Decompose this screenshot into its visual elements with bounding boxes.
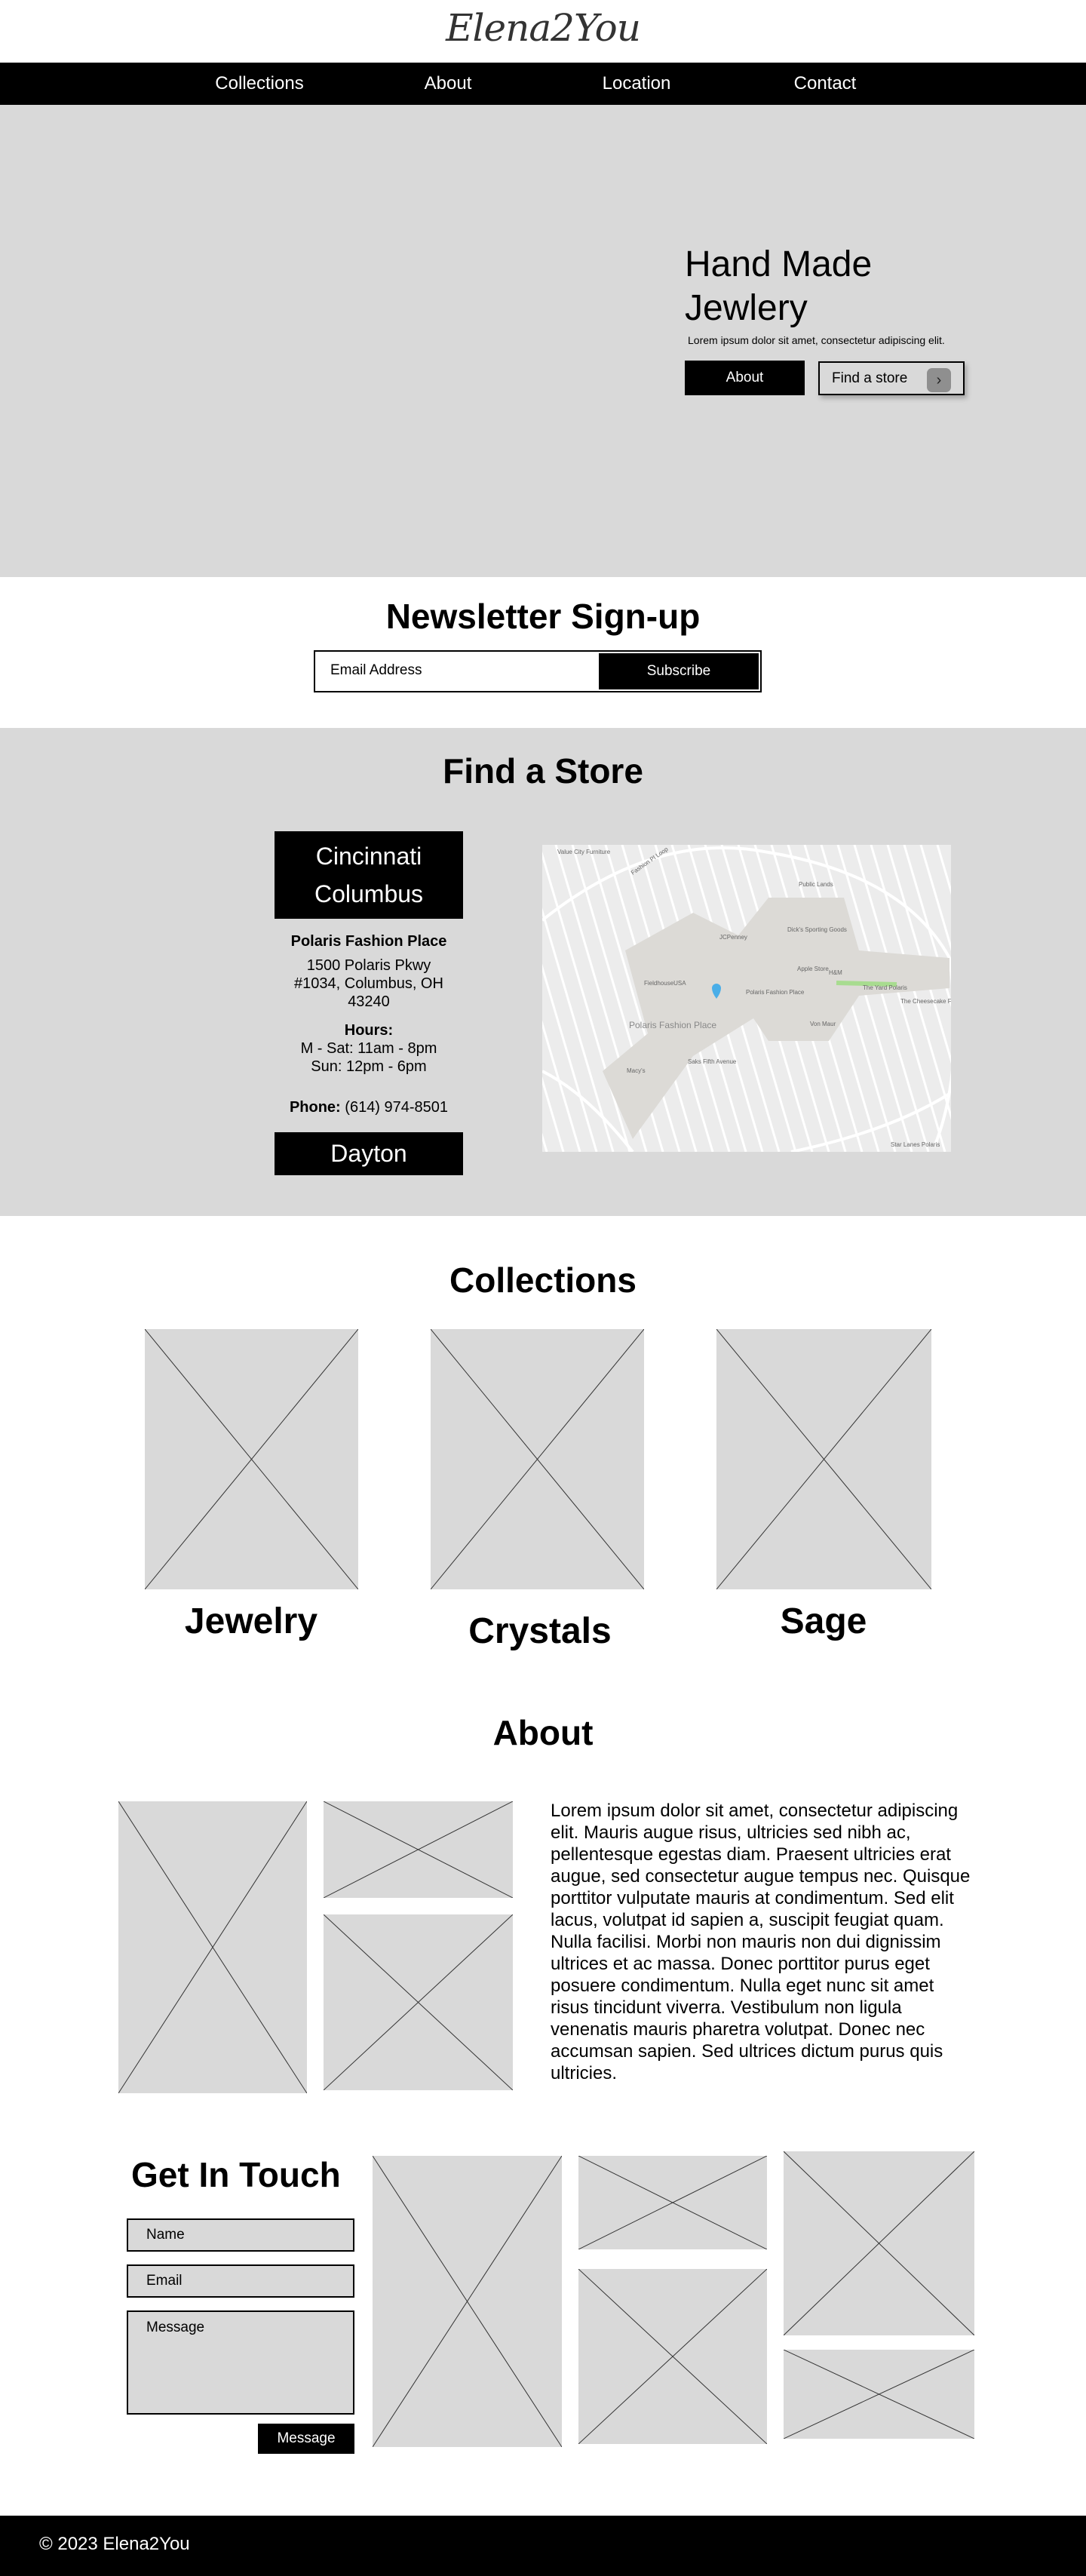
map-label: Public Lands xyxy=(799,881,833,888)
image-placeholder-icon xyxy=(145,1329,358,1589)
name-field[interactable] xyxy=(127,2218,354,2252)
contact-image xyxy=(784,2350,974,2439)
collection-label-jewelry[interactable]: Jewelry xyxy=(138,1601,364,1642)
collection-label-sage[interactable]: Sage xyxy=(710,1601,937,1642)
map-graphic: Value City Furniture Fashion Pl Loop Pub… xyxy=(542,845,951,1152)
image-placeholder-icon xyxy=(784,2151,974,2335)
store-name: Polaris Fashion Place xyxy=(290,933,447,950)
phone-number[interactable]: (614) 974-8501 xyxy=(345,1099,448,1116)
find-store-button[interactable]: Find a store › xyxy=(818,361,965,395)
image-placeholder-icon xyxy=(716,1329,931,1589)
collections-title: Collections xyxy=(449,1260,637,1300)
contact-image xyxy=(578,2269,767,2444)
hours-weekday: M - Sat: 11am - 8pm xyxy=(300,1040,437,1057)
image-placeholder-icon xyxy=(431,1329,644,1589)
footer: © 2023 Elena2You xyxy=(0,2516,1086,2576)
about-button[interactable]: About xyxy=(685,361,805,395)
collection-label-crystals[interactable]: Crystals xyxy=(427,1610,653,1652)
about-image xyxy=(324,1914,513,2090)
city-tabs: Cincinnati Columbus xyxy=(275,831,463,919)
map-label: Saks Fifth Avenue xyxy=(688,1058,737,1065)
collection-image-crystals[interactable] xyxy=(431,1329,644,1589)
message-field[interactable] xyxy=(127,2310,354,2415)
nav-contact[interactable]: Contact xyxy=(794,73,857,94)
hours-sunday: Sun: 12pm - 6pm xyxy=(311,1058,427,1075)
store-map[interactable]: Value City Furniture Fashion Pl Loop Pub… xyxy=(542,845,951,1152)
map-label: Macy's xyxy=(627,1067,646,1074)
nav-collections[interactable]: Collections xyxy=(215,73,303,94)
phone-label: Phone: xyxy=(289,1099,341,1116)
collection-image-sage[interactable] xyxy=(716,1329,931,1589)
image-placeholder-icon xyxy=(784,2350,974,2439)
contact-image xyxy=(373,2156,562,2447)
map-label: H&M xyxy=(829,969,842,976)
image-placeholder-icon xyxy=(324,1914,513,2090)
map-label: FieldhouseUSA xyxy=(644,980,686,987)
map-label: Star Lanes Polaris xyxy=(891,1141,940,1148)
map-label: JCPenney xyxy=(719,934,747,941)
image-placeholder-icon xyxy=(118,1801,307,2093)
about-image xyxy=(118,1801,307,2093)
map-label: Von Maur xyxy=(810,1021,836,1027)
contact-image xyxy=(578,2156,767,2249)
map-label: Apple Store xyxy=(797,966,829,972)
find-store-title: Find a Store xyxy=(443,751,643,791)
newsletter-form: Subscribe xyxy=(314,650,762,692)
newsletter-title: Newsletter Sign-up xyxy=(385,597,701,636)
map-label: Polaris Fashion Place xyxy=(746,989,805,996)
address-line1: 1500 Polaris Pkwy xyxy=(306,957,431,974)
chevron-right-icon: › xyxy=(927,368,951,392)
find-store-label: Find a store xyxy=(832,370,908,386)
collection-image-jewelry[interactable] xyxy=(145,1329,358,1589)
address-line2: #1034, Columbus, OH xyxy=(294,975,443,992)
hours-label: Hours: xyxy=(344,1022,394,1039)
map-label: Value City Furniture xyxy=(557,849,611,855)
nav-location[interactable]: Location xyxy=(603,73,671,94)
image-placeholder-icon xyxy=(578,2156,767,2249)
send-message-button[interactable]: Message xyxy=(258,2424,354,2454)
map-label: The Yard Polaris xyxy=(863,984,907,991)
main-nav: Collections About Location Contact xyxy=(0,63,1086,105)
city-dayton[interactable]: Dayton xyxy=(275,1132,463,1175)
hero-title: Hand Made Jewlery xyxy=(685,244,873,328)
map-area-label: Polaris Fashion Place xyxy=(629,1020,716,1030)
nav-about[interactable]: About xyxy=(425,73,472,94)
image-placeholder-icon xyxy=(578,2269,767,2444)
city-columbus[interactable]: Columbus xyxy=(275,875,463,913)
email-input[interactable] xyxy=(330,662,579,679)
city-cincinnati[interactable]: Cincinnati xyxy=(275,837,463,875)
address-line3: 43240 xyxy=(348,993,390,1010)
logo[interactable]: Elena2You xyxy=(0,6,1086,50)
image-placeholder-icon xyxy=(324,1801,513,1898)
subscribe-button[interactable]: Subscribe xyxy=(599,653,759,689)
contact-title: Get In Touch xyxy=(131,2155,341,2194)
image-placeholder-icon xyxy=(373,2156,562,2447)
email-field[interactable] xyxy=(127,2264,354,2298)
about-image xyxy=(324,1801,513,1898)
about-text: Lorem ipsum dolor sit amet, consectetur … xyxy=(551,1801,971,2083)
map-label: The Cheesecake Factory xyxy=(900,998,951,1005)
map-label: Dick's Sporting Goods xyxy=(787,926,847,933)
contact-image xyxy=(784,2151,974,2335)
store-info: Polaris Fashion Place 1500 Polaris Pkwy … xyxy=(275,932,463,1116)
hero-subtitle: Lorem ipsum dolor sit amet, consectetur … xyxy=(688,334,945,346)
about-title: About xyxy=(492,1713,594,1752)
copyright: © 2023 Elena2You xyxy=(39,2534,190,2554)
